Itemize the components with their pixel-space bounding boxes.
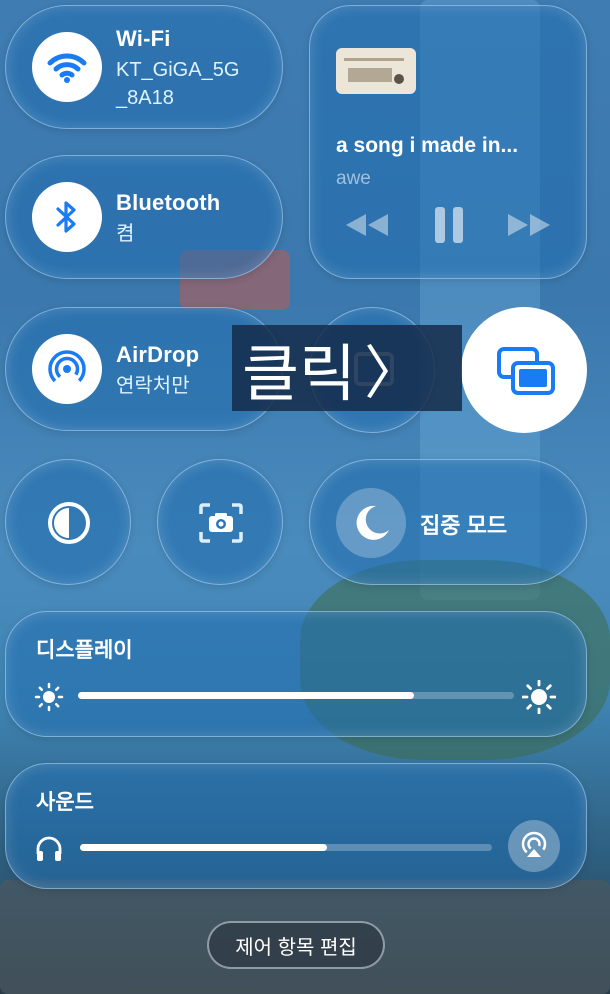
click-hint-label: 클릭 xyxy=(242,337,357,410)
screen-mirroring-button[interactable] xyxy=(461,307,587,433)
headphones-icon xyxy=(34,834,64,869)
screen-mirroring-icon xyxy=(497,347,555,400)
screenshot-tile[interactable] xyxy=(157,459,283,585)
pause-icon[interactable] xyxy=(434,206,464,249)
wifi-network-name: KT_GiGA_5G xyxy=(116,59,240,81)
dark-mode-tile[interactable] xyxy=(5,459,131,585)
rewind-icon[interactable] xyxy=(344,212,390,243)
bluetooth-tile[interactable]: Bluetooth 켬 xyxy=(5,155,283,279)
volume-slider-fill xyxy=(80,844,328,851)
wifi-network-name-cont: _8A18 xyxy=(116,87,174,109)
bluetooth-title: Bluetooth xyxy=(116,190,221,215)
brightness-slider[interactable] xyxy=(78,692,514,699)
airdrop-icon[interactable] xyxy=(32,334,102,404)
airplay-audio-icon[interactable] xyxy=(508,820,560,872)
focus-mode-tile[interactable]: 집중 모드 xyxy=(309,459,587,585)
click-hint-banner: 클릭 〉 xyxy=(232,325,462,411)
brightness-high-icon xyxy=(521,679,557,719)
wifi-title: Wi-Fi xyxy=(116,26,171,51)
sound-panel: 사운드 xyxy=(5,763,587,889)
bluetooth-icon[interactable] xyxy=(32,182,102,252)
wifi-icon[interactable] xyxy=(32,32,102,102)
airdrop-title: AirDrop xyxy=(116,342,200,367)
album-artwork[interactable] xyxy=(336,48,416,94)
display-panel: 디스플레이 xyxy=(5,611,587,737)
fast-forward-icon[interactable] xyxy=(506,212,552,243)
brightness-low-icon xyxy=(34,682,64,717)
now-playing-tile[interactable]: a song i made in... awe xyxy=(309,5,587,279)
moon-icon[interactable] xyxy=(336,488,406,558)
track-title: a song i made in... xyxy=(336,134,519,157)
bluetooth-status: 켬 xyxy=(116,223,135,245)
volume-slider[interactable] xyxy=(80,844,492,851)
edit-controls-button[interactable]: 제어 항목 편집 xyxy=(207,921,385,969)
edit-controls-label: 제어 항목 편집 xyxy=(235,936,357,959)
brightness-slider-fill xyxy=(78,692,414,699)
display-label: 디스플레이 xyxy=(36,639,133,662)
sound-label: 사운드 xyxy=(36,791,94,814)
dark-mode-icon xyxy=(46,500,92,551)
screenshot-icon xyxy=(198,502,244,549)
wifi-tile[interactable]: Wi-Fi KT_GiGA_5G _8A18 xyxy=(5,5,283,129)
track-artist: awe xyxy=(336,168,371,189)
airdrop-status: 연락처만 xyxy=(116,375,190,397)
click-hint-arrow: 〉 xyxy=(364,339,423,407)
focus-mode-label: 집중 모드 xyxy=(420,513,508,538)
